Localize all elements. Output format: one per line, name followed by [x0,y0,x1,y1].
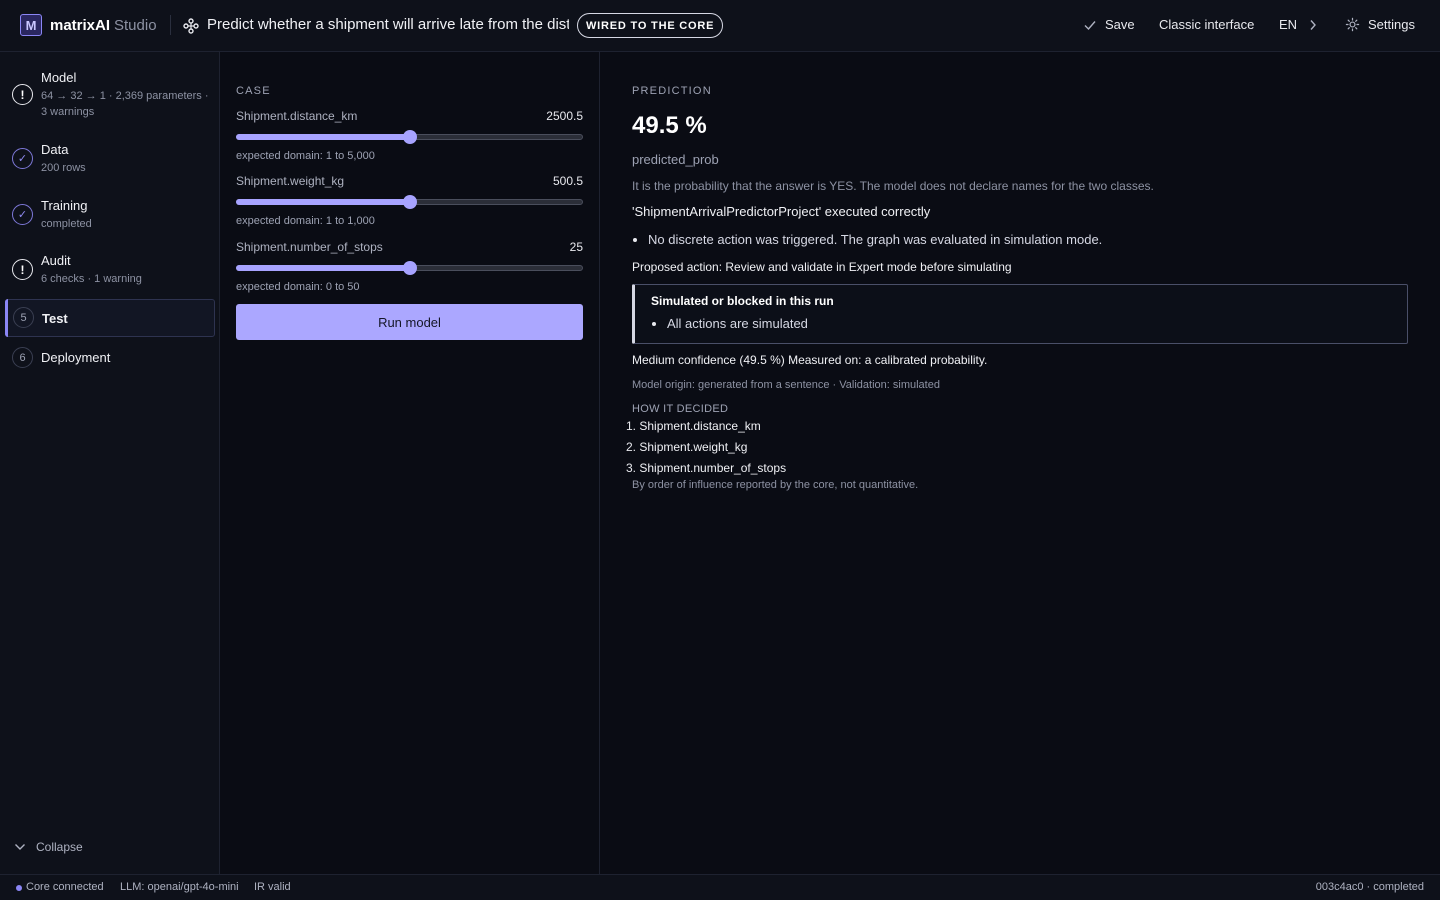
field-value: 25 [569,240,583,254]
check-circle-icon: ✓ [12,148,33,169]
settings-label: Settings [1368,17,1415,32]
execution-note: No discrete action was triggered. The gr… [648,232,1103,247]
step-number: 6 [12,347,33,368]
field-name: Shipment.distance_km [236,109,358,123]
how-item: 1. Shipment.distance_km [626,419,761,433]
how-note: By order of influence reported by the co… [632,479,919,491]
logo-icon: M [20,14,42,36]
step-data[interactable]: ✓ Data 200 rows [5,138,215,178]
step-title: Deployment [41,350,111,365]
slider-thumb[interactable] [403,130,417,144]
run-model-button[interactable]: Run model [236,304,583,340]
field-domain: expected domain: 1 to 5,000 [236,150,375,162]
graph-icon [183,18,199,34]
step-subtitle: 200 rows [41,162,86,174]
field-stops: Shipment.number_of_stops 25 expected dom… [236,240,583,293]
brand-subtitle: Studio [114,17,157,34]
step-audit[interactable]: ! Audit 6 checks · 1 warning [5,249,215,289]
model-origin: Model origin: generated from a sentence … [632,379,940,391]
prediction-panel: PREDICTION 49.5 % predicted_prob It is t… [600,52,1440,874]
ir-status: IR valid [254,881,291,893]
llm-status: LLM: openai/gpt-4o-mini [120,881,239,893]
how-item-label: Shipment.distance_km [639,419,761,433]
case-panel: CASE Shipment.distance_km 2500.5 expecte… [220,52,600,874]
slider-fill [236,134,410,140]
field-weight: Shipment.weight_kg 500.5 expected domain… [236,174,583,227]
simulation-title: Simulated or blocked in this run [651,294,834,308]
top-bar: M matrixAI Studio Predict whether a ship… [0,0,1440,52]
step-title: Audit [41,253,71,268]
slider-thumb[interactable] [403,261,417,275]
project-title[interactable]: Predict whether a shipment will arrive l… [207,16,569,33]
language-label: EN [1279,17,1298,32]
step-subtitle: 64 → 32 → 1 · 2,369 parameters · 3 warni… [41,90,209,118]
warning-icon: ! [12,259,33,280]
simulation-notice: Simulated or blocked in this run All act… [632,284,1408,344]
collapse-button[interactable]: Collapse [14,840,83,854]
language-button[interactable]: EN [1279,17,1317,32]
output-name: predicted_prob [632,152,719,167]
step-title: Test [42,311,68,326]
how-item: 2. Shipment.weight_kg [626,440,748,454]
field-value: 2500.5 [546,109,583,123]
field-distance: Shipment.distance_km 2500.5 expected dom… [236,109,583,162]
chevron-right-icon [1310,19,1316,30]
prediction-value: 49.5 % [632,112,707,139]
field-domain: expected domain: 0 to 50 [236,281,360,293]
core-status-badge: WIRED TO THE CORE [577,13,724,38]
field-domain: expected domain: 1 to 1,000 [236,215,375,227]
field-value: 500.5 [552,174,583,188]
brand-name: matrixAI [50,17,111,34]
bullet-dot [652,322,656,326]
how-item: 3. Shipment.number_of_stops [626,461,787,475]
check-icon [1084,20,1096,30]
case-heading: CASE [236,85,271,97]
field-name: Shipment.number_of_stops [236,240,383,254]
status-bar: Core connected LLM: openai/gpt-4o-mini I… [0,874,1440,900]
classic-interface-button[interactable]: Classic interface [1159,17,1254,32]
core-status: Core connected [26,881,104,893]
execution-status: 'ShipmentArrivalPredictorProject' execut… [632,204,931,219]
step-title: Model [41,70,77,85]
field-name: Shipment.weight_kg [236,174,345,188]
step-deployment[interactable]: 6 Deployment [5,345,215,371]
check-circle-icon: ✓ [12,204,33,225]
prediction-heading: PREDICTION [632,85,712,97]
weight-slider[interactable] [236,195,583,209]
prediction-explanation: It is the probability that the answer is… [632,179,1154,193]
header-divider [170,15,171,35]
slider-fill [236,199,410,205]
gear-icon [1345,17,1360,32]
save-button[interactable]: Save [1083,17,1135,32]
collapse-label: Collapse [36,840,83,854]
settings-button[interactable]: Settings [1345,17,1415,32]
step-subtitle: completed [41,218,92,230]
confidence-text: Medium confidence (49.5 %) Measured on: … [632,353,988,367]
run-status: 003c4ac0 · completed [1315,881,1424,893]
step-model[interactable]: ! Model 64 → 32 → 1 · 2,369 parameters ·… [5,66,215,122]
warning-icon: ! [12,84,33,105]
chevron-down-icon [15,844,25,850]
step-subtitle: 6 checks · 1 warning [41,273,142,285]
proposed-action: Proposed action: Review and validate in … [632,260,1012,274]
distance-slider[interactable] [236,130,583,144]
save-label: Save [1105,17,1135,32]
slider-thumb[interactable] [403,195,417,209]
workflow-sidebar: ! Model 64 → 32 → 1 · 2,369 parameters ·… [0,52,220,874]
step-number: 5 [13,307,34,328]
step-title: Data [41,142,69,157]
step-title: Training [41,198,88,213]
how-item-label: Shipment.weight_kg [639,440,748,454]
step-test[interactable]: 5 Test [5,299,215,337]
how-item-label: Shipment.number_of_stops [639,461,787,475]
bullet-dot [633,238,637,242]
slider-fill [236,265,410,271]
stops-slider[interactable] [236,261,583,275]
how-heading: HOW IT DECIDED [632,403,729,415]
step-training[interactable]: ✓ Training completed [5,194,215,234]
status-dot-icon [16,885,22,891]
simulation-item: All actions are simulated [667,316,808,331]
